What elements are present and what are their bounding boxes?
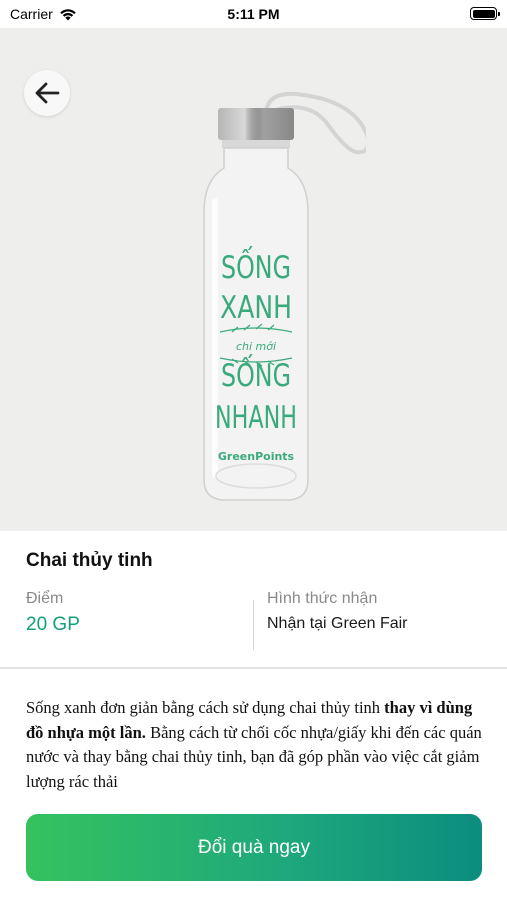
bottle-image: SỐNG XANH chi mới SỐNG NHANH GreenPoints xyxy=(203,91,366,501)
bottle-print-line2: XANH xyxy=(220,290,292,326)
product-title: Chai thủy tinh xyxy=(26,550,153,571)
method-value: Nhận tại Green Fair xyxy=(267,615,408,632)
description-text-1: Sống xanh đơn giản bằng cách sử dụng cha… xyxy=(26,698,385,717)
product-description: Sống xanh đơn giản bằng cách sử dụng cha… xyxy=(26,696,486,794)
bottle-print-brand: GreenPoints xyxy=(218,450,295,463)
points-value: 20 GP xyxy=(26,614,80,635)
status-bar: Carrier 5:11 PM xyxy=(0,0,507,28)
status-time: 5:11 PM xyxy=(227,6,280,22)
method-label: Hình thức nhận xyxy=(267,590,378,607)
product-image: SỐNG XANH chi mới SỐNG NHANH GreenPoints xyxy=(0,28,507,531)
bottle-print-line4: NHANH xyxy=(215,400,297,436)
redeem-button[interactable]: Đổi quà ngay xyxy=(26,814,482,881)
back-button[interactable] xyxy=(24,70,70,116)
bottle-print-script: chi mới xyxy=(236,340,276,353)
product-info: Điểm 20 GP Hình thức nhận Nhận tại Green… xyxy=(0,590,507,662)
bottle-print-line1: SỐNG xyxy=(221,246,291,286)
info-divider xyxy=(253,600,254,650)
arrow-left-icon xyxy=(35,82,60,104)
points-section: Điểm 20 GP xyxy=(26,590,80,636)
battery-icon xyxy=(470,7,500,20)
section-divider xyxy=(0,667,507,669)
method-section: Hình thức nhận Nhận tại Green Fair xyxy=(267,590,408,633)
points-label: Điểm xyxy=(26,590,64,607)
